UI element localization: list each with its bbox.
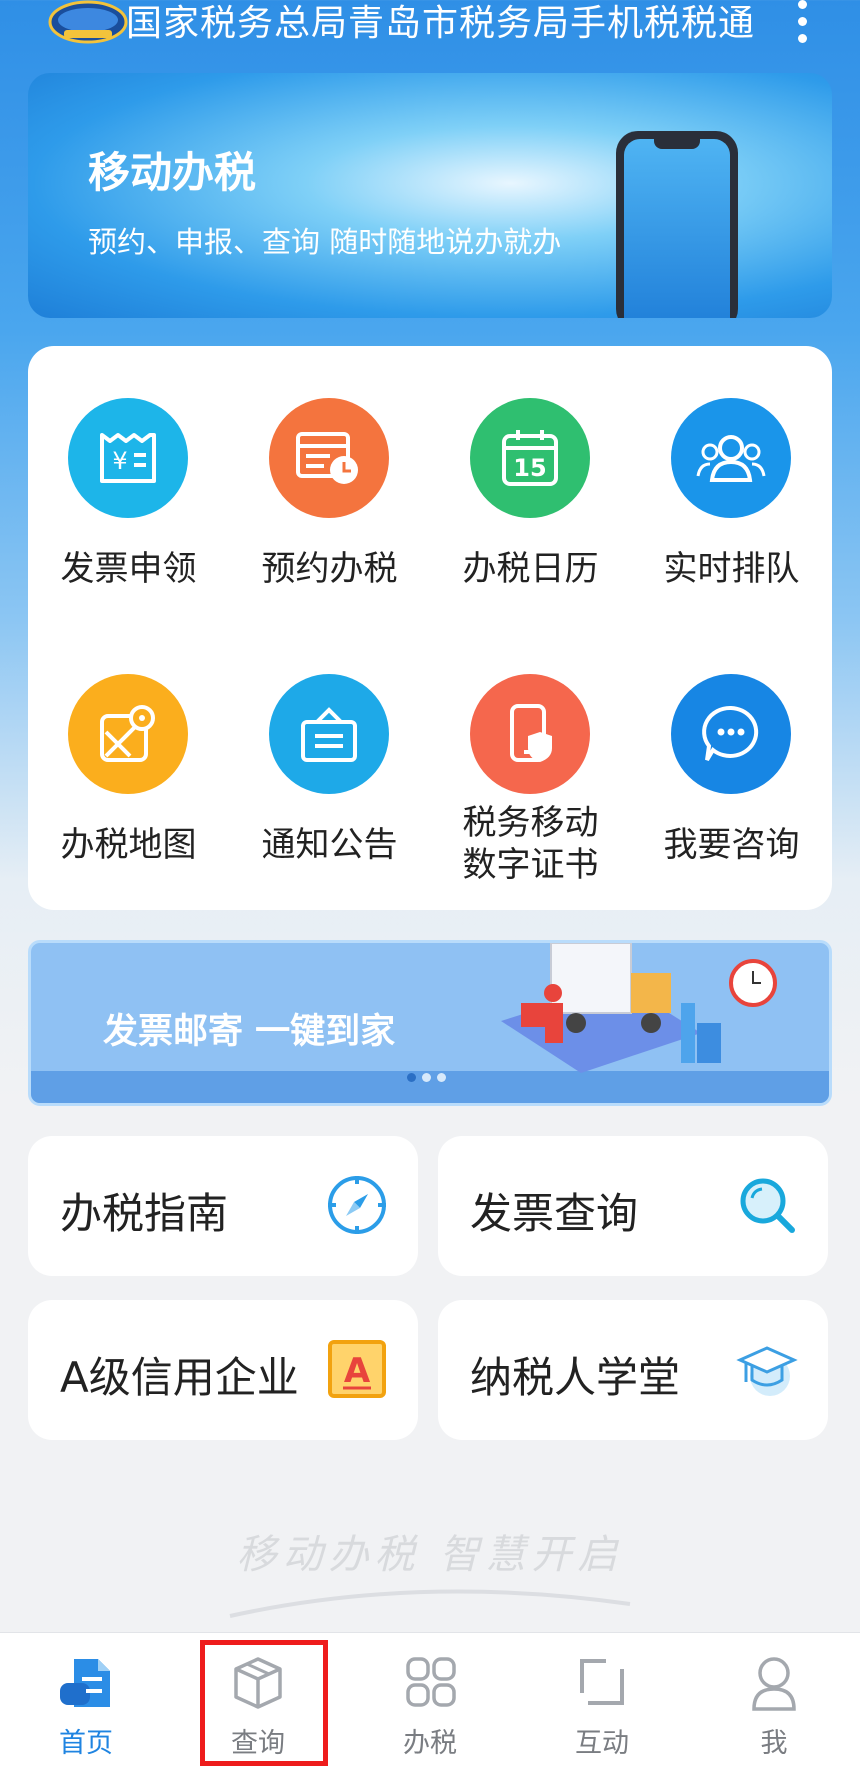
carousel-dot[interactable] (437, 1073, 446, 1082)
quick-link-invoice-query[interactable]: 发票查询 (438, 1136, 828, 1276)
carousel-dot[interactable] (422, 1073, 431, 1082)
invoice-yen-icon: ¥ (68, 398, 188, 518)
slogan: 移动办税 智慧开启 (236, 1532, 624, 1578)
chat-bubble-icon (671, 674, 791, 794)
svg-text:¥: ¥ (112, 447, 127, 475)
service-label: 税务移动 数字证书 (462, 803, 599, 885)
promo-text: 发票邮寄 一键到家 (103, 1012, 396, 1052)
hero-banner[interactable]: 移动办税 预约、申报、查询 随时随地说办就办 (28, 73, 832, 318)
home-document-icon (60, 1659, 110, 1707)
slogan-swoosh (229, 1589, 631, 1618)
compass-icon (328, 1176, 386, 1234)
delivery-truck-illustration (501, 943, 777, 1073)
service-notices[interactable]: 通知公告 (229, 622, 430, 882)
tab-home[interactable]: 首页 (0, 1633, 172, 1768)
service-consult[interactable]: 我要咨询 (631, 622, 832, 882)
magnifier-icon (740, 1178, 795, 1233)
service-label: 我要咨询 (663, 825, 800, 865)
graduation-cap-icon (736, 1346, 798, 1396)
service-label: 办税地图 (60, 825, 197, 865)
calendar-day-number: 15 (513, 454, 546, 482)
tab-me[interactable]: 我 (688, 1633, 860, 1768)
interact-bracket-icon (580, 1659, 624, 1705)
service-label: 发票申领 (60, 549, 197, 589)
four-squares-icon (406, 1657, 456, 1707)
carousel-dot[interactable] (407, 1073, 416, 1082)
notice-bag-icon (269, 674, 389, 794)
banner-title: 移动办税 (88, 148, 257, 197)
map-pin-icon (68, 674, 188, 794)
quick-link-tax-guide[interactable]: 办税指南 (28, 1136, 418, 1276)
service-tax-calendar[interactable]: 15 办税日历 (430, 346, 631, 606)
service-label: 通知公告 (261, 825, 398, 865)
appointment-clock-icon (269, 398, 389, 518)
svg-text:A: A (344, 1351, 371, 1391)
service-grid: ¥ 发票申领 预约办税 15 办税日历 实时排队 办税地图 通知公告 税务移动 … (28, 346, 832, 910)
highlight-box (200, 1640, 328, 1766)
app-logo (48, 0, 128, 44)
app-header: 国家税务总局青岛市税务局手机税税通 (0, 0, 860, 58)
people-queue-icon (671, 398, 791, 518)
service-invoice-apply[interactable]: ¥ 发票申领 (28, 346, 229, 606)
promo-banner[interactable]: 发票邮寄 一键到家 (28, 940, 832, 1106)
quick-link-taxpayer-school[interactable]: 纳税人学堂 (438, 1300, 828, 1440)
tab-label: 互动 (575, 1728, 629, 1759)
service-live-queue[interactable]: 实时排队 (631, 346, 832, 606)
tab-label: 办税 (403, 1728, 457, 1759)
calendar-15-icon: 15 (470, 398, 590, 518)
tab-label: 我 (760, 1728, 788, 1759)
tab-label: 首页 (59, 1728, 113, 1759)
phone-shield-icon (470, 674, 590, 794)
service-label: 实时排队 (663, 549, 800, 589)
tab-tax-service[interactable]: 办税 (344, 1633, 516, 1768)
carousel-indicator (407, 1073, 446, 1082)
service-label: 预约办税 (261, 549, 398, 589)
tab-interaction[interactable]: 互动 (516, 1633, 688, 1768)
service-digital-certificate[interactable]: 税务移动 数字证书 (430, 622, 631, 885)
credit-a-icon: A (328, 1340, 386, 1398)
phone-illustration (616, 131, 738, 318)
person-icon (752, 1657, 796, 1711)
quick-link-label: A级信用企业 (60, 1353, 299, 1402)
service-appointment[interactable]: 预约办税 (229, 346, 430, 606)
quick-link-label: 办税指南 (60, 1189, 229, 1238)
more-menu-icon[interactable] (788, 0, 816, 44)
service-label: 办税日历 (462, 549, 599, 589)
quick-link-label: 发票查询 (470, 1189, 639, 1238)
quick-link-a-credit[interactable]: A级信用企业 A (28, 1300, 418, 1440)
banner-subtitle: 预约、申报、查询 随时随地说办就办 (88, 225, 562, 259)
bottom-tab-bar: 首页 查询 办税 互动 我 (0, 1632, 860, 1768)
service-tax-map[interactable]: 办税地图 (28, 622, 229, 882)
quick-link-label: 纳税人学堂 (470, 1353, 681, 1402)
header-title: 国家税务总局青岛市税务局手机税税通 (126, 3, 756, 44)
